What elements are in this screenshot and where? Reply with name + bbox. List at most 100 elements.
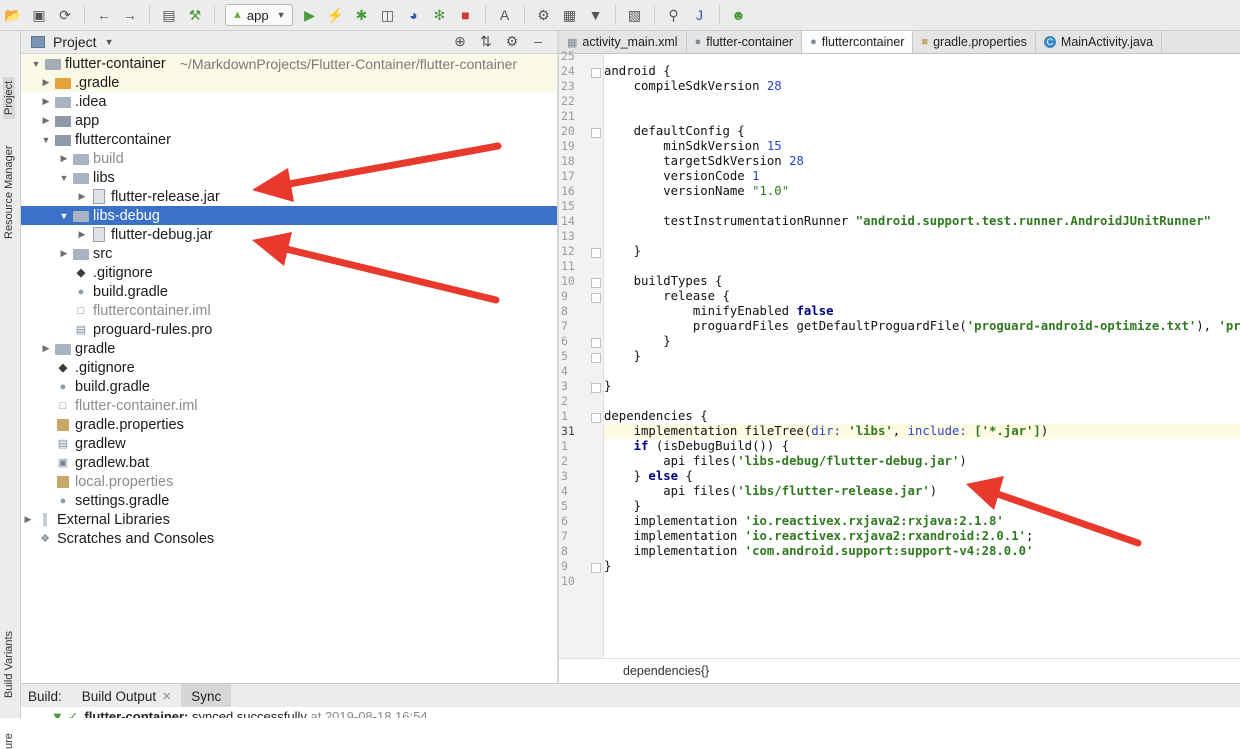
chevron-right-icon[interactable]: ▶ [57,153,71,164]
code-text: buildTypes { [604,274,722,288]
code-text: testInstrumentationRunner [604,214,856,228]
tree-item-fluttercontainer[interactable]: ▼ fluttercontainer [21,130,557,149]
project-tree: ▼ flutter-container ~/MarkdownProjects/F… [21,54,557,682]
open-folder-icon[interactable]: 📂 [2,4,24,26]
chevron-right-icon[interactable]: ▶ [39,343,53,354]
tree-item-module-build-gradle[interactable]: ● build.gradle [21,282,557,301]
code-text: versionCode [604,169,752,183]
line-number: 25 [561,49,587,63]
tree-item-label: build.gradle [93,284,168,300]
attach-debugger-icon[interactable]: ✻ [429,4,451,26]
tree-item-flutter-container[interactable]: ▼ flutter-container ~/MarkdownProjects/F… [21,54,557,73]
text-style-icon[interactable]: A [494,4,516,26]
close-icon[interactable]: ✕ [162,690,171,703]
fold-marker-icon[interactable] [591,413,601,423]
chevron-right-icon[interactable]: ▶ [39,77,53,88]
chevron-down-icon[interactable]: ▼ [57,211,71,221]
chevron-right-icon[interactable]: ▶ [39,96,53,107]
android-icon: ▲ [232,9,243,21]
tree-item-idea[interactable]: ▶ .idea [21,92,557,111]
sync-icon[interactable]: ⟳ [54,4,76,26]
tree-item-gradlew[interactable]: ▤ gradlew [21,434,557,453]
tab-build-output[interactable]: Build Output ✕ [72,684,182,708]
terminal-icon[interactable]: ▤ [158,4,180,26]
profiler-icon[interactable]: ◕ [403,4,425,26]
search-icon[interactable]: ⚲ [663,4,685,26]
tree-item-root-gitignore[interactable]: ◆ .gitignore [21,358,557,377]
back-arrow-icon[interactable]: ← [93,4,115,26]
sdk-manager-icon[interactable]: ▼ [585,4,607,26]
avd-manager-icon[interactable]: ▦ [559,4,581,26]
breadcrumb-item[interactable]: dependencies{} [623,664,709,678]
tab-fluttercontainer[interactable]: ● fluttercontainer [802,31,913,53]
chevron-down-icon[interactable]: ▼ [105,37,114,47]
project-structure-icon[interactable]: ▧ [624,4,646,26]
tree-item-root-iml[interactable]: □ flutter-container.iml [21,396,557,415]
run-icon[interactable]: ▶ [299,4,321,26]
tree-item-external-libraries[interactable]: ▶ ║ External Libraries [21,510,557,529]
run-configuration-dropdown[interactable]: ▲ app ▼ [225,4,293,26]
apply-changes-icon[interactable]: ⚡ [325,4,347,26]
tree-item-gradlew-bat[interactable]: ▣ gradlew.bat [21,453,557,472]
jetbrains-icon[interactable]: J [689,4,711,26]
tree-item-module-iml[interactable]: □ fluttercontainer.iml [21,301,557,320]
hammer-icon[interactable]: ⚒ [184,4,206,26]
fold-marker-icon[interactable] [591,383,601,393]
tree-item-libs-debug[interactable]: ▼ libs-debug [21,206,557,225]
save-icon[interactable]: ▣ [28,4,50,26]
code-editor[interactable]: android { compileSdkVersion 28 defaultCo… [604,54,1240,658]
fold-marker-icon[interactable] [591,293,601,303]
tree-item-gradle-folder[interactable]: ▶ gradle [21,339,557,358]
gradle-sync-icon[interactable]: ⚙ [533,4,555,26]
hide-panel-icon[interactable]: – [525,33,551,50]
chevron-right-icon[interactable]: ▶ [39,115,53,126]
fold-marker-icon[interactable] [591,248,601,258]
resource-manager-tool-tab[interactable]: Resource Manager [3,145,15,239]
code-line: defaultConfig { [604,124,1240,139]
tab-gradle-properties[interactable]: ■ gradle.properties [913,31,1035,53]
debug-icon[interactable]: ✱ [351,4,373,26]
tree-item-scratches[interactable]: ❖ Scratches and Consoles [21,529,557,548]
tree-item-src[interactable]: ▶ src [21,244,557,263]
tree-item-gradle-properties[interactable]: gradle.properties [21,415,557,434]
tab-flutter-container[interactable]: ● flutter-container [687,31,803,53]
tree-item-build[interactable]: ▶ build [21,149,557,168]
chevron-right-icon[interactable]: ▶ [75,229,89,240]
build-message-row[interactable]: ▼ ✓flutter-container: synced successfull… [21,707,1240,718]
tree-item-settings-gradle[interactable]: ● settings.gradle [21,491,557,510]
fold-marker-icon[interactable] [591,563,601,573]
tree-item-libs[interactable]: ▼ libs [21,168,557,187]
forward-arrow-icon[interactable]: → [119,4,141,26]
project-view-selector[interactable]: Project [53,34,97,50]
user-icon[interactable]: ☻ [728,4,750,26]
tree-item-gradle-cache[interactable]: ▶ .gradle [21,73,557,92]
tab-sync[interactable]: Sync [181,684,231,708]
project-tool-tab[interactable]: Project [3,77,15,119]
collapse-all-icon[interactable]: ⇅ [473,33,499,50]
chevron-right-icon[interactable]: ▶ [21,514,35,525]
chevron-right-icon[interactable]: ▶ [57,248,71,259]
fold-marker-icon[interactable] [591,338,601,348]
stop-icon[interactable]: ■ [455,4,477,26]
chevron-down-icon[interactable]: ▼ [29,59,43,69]
fold-marker-icon[interactable] [591,278,601,288]
tab-main-activity-java[interactable]: C MainActivity.java [1036,31,1162,53]
build-variants-tool-tab[interactable]: Build Variants [3,631,15,698]
tree-item-flutter-debug-jar[interactable]: ▶ flutter-debug.jar [21,225,557,244]
tree-item-root-build-gradle[interactable]: ● build.gradle [21,377,557,396]
fold-marker-icon[interactable] [591,128,601,138]
tree-item-module-gitignore[interactable]: ◆ .gitignore [21,263,557,282]
fold-marker-icon[interactable] [591,68,601,78]
tree-item-flutter-release-jar[interactable]: ▶ flutter-release.jar [21,187,557,206]
fold-marker-icon[interactable] [591,353,601,363]
coverage-icon[interactable]: ◫ [377,4,399,26]
tree-item-local-properties[interactable]: local.properties [21,472,557,491]
tree-item-proguard-rules[interactable]: ▤ proguard-rules.pro [21,320,557,339]
gear-icon[interactable]: ⚙ [499,33,525,50]
locate-icon[interactable]: ⊕ [447,33,473,50]
chevron-down-icon[interactable]: ▼ [57,173,71,183]
chevron-right-icon[interactable]: ▶ [75,191,89,202]
structure-tool-tab[interactable]: ure [3,733,15,749]
chevron-down-icon[interactable]: ▼ [39,135,53,145]
tree-item-app[interactable]: ▶ app [21,111,557,130]
